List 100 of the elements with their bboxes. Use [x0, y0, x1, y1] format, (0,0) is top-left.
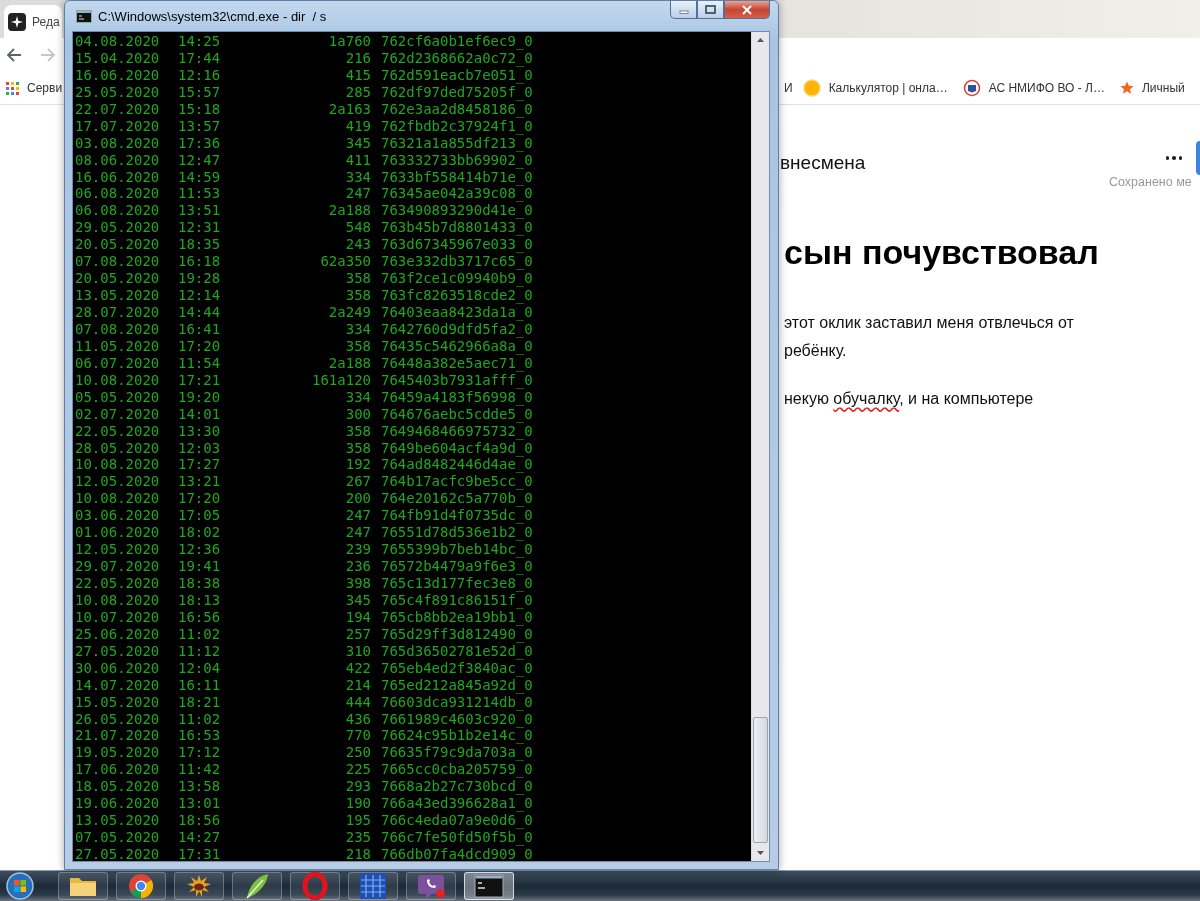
- book-badge-icon[interactable]: [962, 79, 981, 97]
- toolbar-button[interactable]: [1196, 141, 1200, 175]
- file-name: 76448a382e5aec71_0: [380, 354, 534, 372]
- file-time: 12:36: [178, 541, 220, 559]
- file-name: 762e3aa2d8458186_0: [380, 100, 534, 118]
- apps-grid-icon[interactable]: [6, 81, 19, 95]
- file-date: 12.05.2020: [75, 541, 161, 559]
- file-size: 267: [344, 473, 371, 491]
- file-size: 345: [344, 134, 371, 152]
- file-name: 765c13d177fec3e8_0: [380, 575, 534, 592]
- file-date: 29.07.2020: [75, 558, 161, 575]
- file-name: 765c4f891c86151f_0: [380, 591, 534, 609]
- more-icon[interactable]: [1165, 156, 1182, 160]
- bookmark-link[interactable]: Личный: [1141, 81, 1185, 95]
- grid-icon: [359, 872, 387, 900]
- file-name: 762cf6a0b1ef6ec9_0: [380, 33, 534, 50]
- file-name: 764e20162c5a770b_0: [380, 490, 534, 508]
- file-date: 29.05.2020: [75, 219, 161, 237]
- file-time: 11:02: [178, 625, 220, 643]
- file-time: 14:44: [178, 304, 220, 321]
- file-date: 12.05.2020: [75, 473, 161, 491]
- maximize-button[interactable]: [697, 1, 724, 19]
- file-date: 07.05.2020: [75, 829, 161, 846]
- bookmark-link[interactable]: И: [784, 81, 793, 95]
- file-size: 2a249: [327, 304, 371, 321]
- file-time: 17:20: [178, 490, 220, 508]
- file-size: 218: [344, 846, 371, 861]
- file-time: 18:38: [178, 575, 220, 592]
- file-name: 766c4eda07a9e0d6_0: [380, 812, 534, 830]
- file-size: 247: [344, 507, 371, 525]
- close-button[interactable]: [724, 1, 770, 19]
- file-date: 25.05.2020: [75, 83, 161, 101]
- file-size: 358: [344, 337, 371, 355]
- file-size: 293: [344, 778, 371, 796]
- file-date: 06.08.2020: [75, 202, 161, 220]
- file-size: 770: [344, 727, 371, 745]
- file-time: 17:05: [178, 507, 220, 525]
- file-name: 7661989c4603c920_0: [380, 710, 534, 728]
- ring-icon: [302, 872, 328, 900]
- file-size: 285: [344, 83, 371, 101]
- file-name: 7655399b7beb14bc_0: [380, 541, 534, 559]
- file-date: 16.06.2020: [75, 66, 161, 84]
- file-size: 334: [344, 388, 371, 406]
- file-date: 15.05.2020: [75, 693, 161, 711]
- file-name: 764fb91d4f0735dc_0: [380, 507, 534, 525]
- bookmark-link[interactable]: Калькулятор | онла…: [828, 81, 948, 95]
- file-size: 225: [344, 761, 371, 779]
- file-time: 13:51: [178, 202, 220, 220]
- taskbar-button[interactable]: [232, 872, 282, 900]
- file-date: 22.05.2020: [75, 422, 161, 440]
- file-name: 7649be604acf4a9d_0: [380, 439, 534, 457]
- file-time: 14:59: [178, 168, 220, 186]
- file-time: 18:56: [178, 812, 220, 830]
- star-icon[interactable]: [1119, 81, 1134, 95]
- file-size: 247: [344, 524, 371, 542]
- file-size: 1a760: [327, 33, 371, 50]
- feather-icon: [243, 872, 271, 900]
- file-time: 11:54: [178, 354, 220, 372]
- file-date: 20.05.2020: [75, 270, 161, 288]
- file-name: 765d29ff3d812490_0: [380, 625, 534, 643]
- file-time: 13:58: [178, 778, 220, 796]
- file-name: 76345ae042a39c08_0: [380, 185, 534, 203]
- file-time: 11:12: [178, 642, 220, 660]
- file-name: 763e332db3717c65_0: [380, 253, 534, 271]
- file-name: 76603dca931214db_0: [380, 693, 534, 711]
- scrollbar[interactable]: [751, 32, 769, 861]
- file-time: 19:20: [178, 388, 220, 406]
- taskbar-button[interactable]: [116, 872, 166, 900]
- taskbar-button[interactable]: [464, 872, 514, 900]
- file-time: 12:31: [178, 219, 220, 237]
- file-size: 161a120: [311, 371, 371, 389]
- file-date: 10.07.2020: [75, 608, 161, 626]
- file-time: 12:16: [178, 66, 220, 84]
- file-time: 11:53: [178, 185, 220, 203]
- file-size: 62a350: [319, 253, 371, 271]
- file-size: 419: [344, 117, 371, 135]
- scrollbar-thumb[interactable]: [753, 717, 768, 843]
- file-date: 06.08.2020: [75, 185, 161, 203]
- file-time: 17:44: [178, 49, 220, 67]
- file-name: 764b17acfc9be5cc_0: [380, 473, 534, 491]
- file-size: 358: [344, 270, 371, 288]
- file-date: 27.05.2020: [75, 642, 161, 660]
- back-icon[interactable]: [6, 47, 22, 63]
- file-time: 13:01: [178, 795, 220, 813]
- taskbar-button[interactable]: [58, 872, 108, 900]
- file-date: 13.05.2020: [75, 812, 161, 830]
- bookmark-link[interactable]: АС НМИФО ВО - Л…: [988, 81, 1105, 95]
- file-date: 04.08.2020: [75, 33, 161, 50]
- file-name: 763332733bb69902_0: [380, 151, 534, 169]
- file-time: 13:57: [178, 117, 220, 135]
- start-button[interactable]: [4, 872, 36, 900]
- file-name: 762fbdb2c37924f1_0: [380, 117, 534, 135]
- maximize-icon: [705, 5, 716, 14]
- file-name: 76435c5462966a8a_0: [380, 337, 534, 355]
- minimize-button[interactable]: [670, 1, 697, 19]
- file-name: 766c7fe50fd50f5b_0: [380, 829, 534, 846]
- file-date: 27.05.2020: [75, 846, 161, 861]
- file-name: 76403eaa8423da1a_0: [380, 304, 534, 321]
- browser-tab[interactable]: Реда: [4, 5, 62, 38]
- bookmark-link[interactable]: Серви: [27, 81, 63, 95]
